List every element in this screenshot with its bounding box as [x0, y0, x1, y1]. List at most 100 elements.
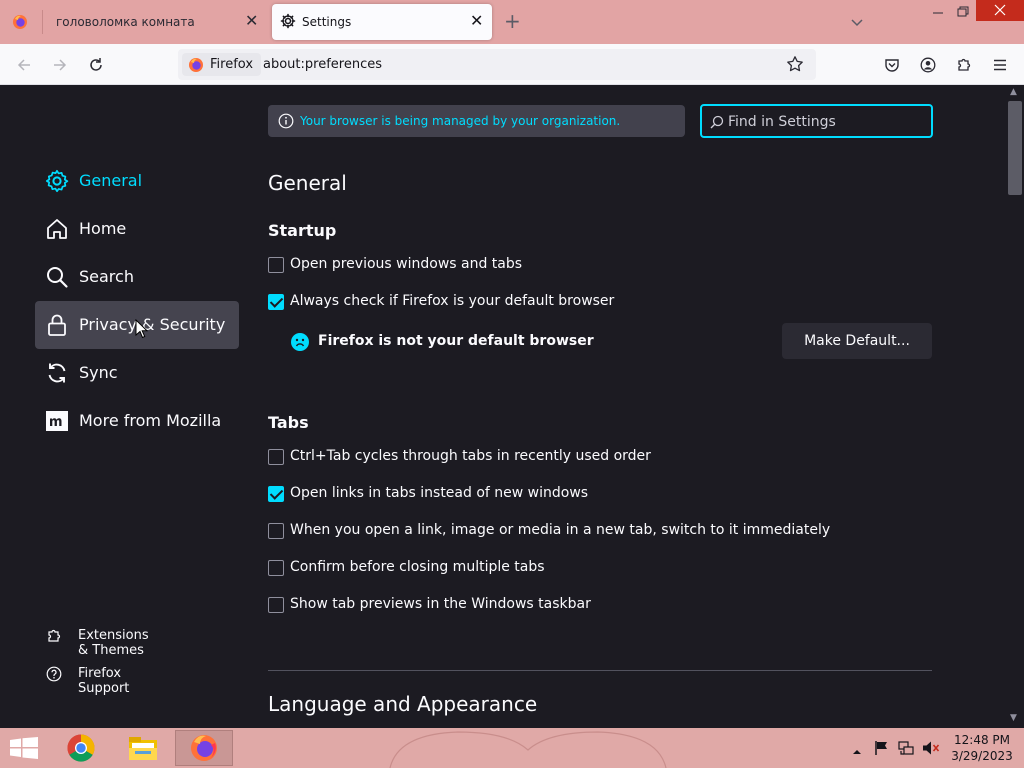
identity-box[interactable]: Firefox [182, 53, 262, 76]
sync-icon [45, 361, 69, 385]
windows-taskbar: 12:48 PM 3/29/2023 [0, 728, 1024, 768]
checkbox[interactable] [268, 294, 284, 310]
find-in-settings[interactable] [700, 104, 933, 138]
search-icon [45, 265, 69, 289]
tab-settings[interactable]: Settings ✕ [272, 4, 492, 40]
system-clock[interactable]: 12:48 PM 3/29/2023 [950, 732, 1014, 764]
tab-title: головоломка комната [56, 15, 195, 29]
home-icon [45, 217, 69, 241]
forward-arrow-icon[interactable] [48, 53, 72, 77]
windows-start-icon[interactable] [10, 737, 38, 763]
firefox-icon [12, 14, 28, 34]
checkbox[interactable] [268, 486, 284, 502]
clock-date: 3/29/2023 [951, 749, 1013, 763]
category-label: More from Mozilla [79, 411, 222, 430]
navigation-toolbar: Firefox about:preferences [0, 44, 1024, 85]
tab-separator [42, 10, 43, 34]
category-sync[interactable]: Sync [35, 349, 239, 397]
file-explorer-taskbar-button[interactable] [114, 730, 172, 766]
firefox-support-label: Firefox Support [78, 666, 130, 696]
category-label: Home [79, 219, 127, 238]
category-label: Search [79, 267, 134, 286]
tab-title: Settings [302, 15, 352, 29]
restore-window-icon[interactable] [953, 4, 973, 20]
startup-heading: Startup [268, 221, 337, 240]
action-center-flag-icon[interactable] [874, 740, 890, 760]
scroll-down-arrow-icon[interactable]: ▼ [1010, 713, 1017, 723]
search-icon [710, 114, 724, 133]
checkbox-label[interactable]: Confirm before closing multiple tabs [290, 559, 545, 575]
identity-label: Firefox [210, 57, 254, 72]
chrome-icon [67, 734, 95, 762]
pocket-icon[interactable] [881, 54, 903, 76]
new-tab-icon[interactable]: + [504, 9, 521, 33]
policy-notice[interactable]: Your browser is being managed by your or… [268, 105, 685, 137]
search-input[interactable] [728, 111, 928, 133]
language-appearance-heading: Language and Appearance [268, 692, 538, 716]
account-icon[interactable] [917, 54, 939, 76]
checkbox[interactable] [268, 523, 284, 539]
mouse-pointer-icon [135, 318, 149, 343]
extensions-puzzle-icon[interactable] [953, 54, 975, 76]
wallpaper-decoration [389, 731, 667, 768]
scrollbar[interactable]: ▲ ▼ [1006, 85, 1024, 728]
volume-muted-icon[interactable] [922, 740, 940, 760]
close-window-icon[interactable] [976, 0, 1024, 21]
checkbox[interactable] [268, 560, 284, 576]
scroll-up-arrow-icon[interactable]: ▲ [1010, 87, 1017, 97]
close-tab-icon[interactable]: ✕ [245, 11, 258, 30]
bookmark-star-icon[interactable] [786, 55, 804, 77]
info-icon [278, 113, 294, 133]
network-icon[interactable] [898, 740, 914, 760]
url-bar[interactable]: Firefox about:preferences [178, 49, 816, 80]
category-home[interactable]: Home [35, 205, 239, 253]
tabs-heading: Tabs [268, 413, 309, 432]
checkbox-label[interactable]: Show tab previews in the Windows taskbar [290, 596, 591, 612]
file-explorer-icon [129, 737, 157, 760]
category-label: Sync [79, 363, 118, 382]
tab-puzzle-room[interactable]: головоломка комната ✕ [0, 0, 270, 44]
lock-icon [45, 313, 69, 337]
checkbox-label[interactable]: Open previous windows and tabs [290, 256, 522, 272]
category-label: Privacy & Security [79, 315, 226, 334]
category-more-from-mozilla[interactable]: More from Mozilla [35, 397, 239, 445]
help-icon [46, 666, 62, 686]
category-label: General [79, 171, 143, 190]
default-status-text: Firefox is not your default browser [318, 333, 594, 349]
clock-time: 12:48 PM [954, 733, 1010, 747]
checkbox-label[interactable]: Open links in tabs instead of new window… [290, 485, 588, 501]
category-general[interactable]: General [35, 157, 239, 205]
tab-strip: головоломка комната ✕ Settings ✕ + [0, 0, 1024, 44]
policy-notice-link[interactable]: Your browser is being managed by your or… [300, 114, 620, 128]
hamburger-menu-icon[interactable] [989, 54, 1011, 76]
mozilla-icon [45, 409, 69, 433]
category-search[interactable]: Search [35, 253, 239, 301]
checkbox-label[interactable]: Always check if Firefox is your default … [290, 293, 614, 309]
preferences-page: General Home Search Privacy & Security S… [0, 85, 1024, 728]
puzzle-icon [46, 628, 62, 648]
sad-face-icon [290, 332, 310, 356]
checkbox[interactable] [268, 597, 284, 613]
firefox-icon [191, 735, 217, 761]
gear-icon [280, 13, 296, 33]
minimize-window-icon[interactable] [928, 4, 948, 20]
scrollbar-thumb[interactable] [1008, 101, 1022, 195]
firefox-taskbar-button[interactable] [175, 730, 233, 766]
reload-icon[interactable] [84, 53, 108, 77]
back-arrow-icon[interactable] [12, 53, 36, 77]
gear-icon [45, 169, 69, 193]
extensions-themes-label: Extensions & Themes [78, 628, 149, 658]
checkbox-label[interactable]: Ctrl+Tab cycles through tabs in recently… [290, 448, 651, 464]
checkbox-label[interactable]: When you open a link, image or media in … [290, 522, 830, 538]
firefox-icon [189, 57, 203, 72]
url-text[interactable]: about:preferences [263, 57, 382, 72]
section-divider [268, 670, 932, 671]
close-tab-icon[interactable]: ✕ [470, 11, 483, 30]
checkbox[interactable] [268, 449, 284, 465]
chevron-down-icon[interactable] [849, 14, 865, 34]
make-default-button[interactable]: Make Default... [782, 323, 932, 359]
chrome-taskbar-button[interactable] [52, 730, 110, 766]
checkbox[interactable] [268, 257, 284, 273]
show-hidden-icons-caret-icon[interactable] [852, 742, 862, 761]
page-title: General [268, 171, 347, 195]
